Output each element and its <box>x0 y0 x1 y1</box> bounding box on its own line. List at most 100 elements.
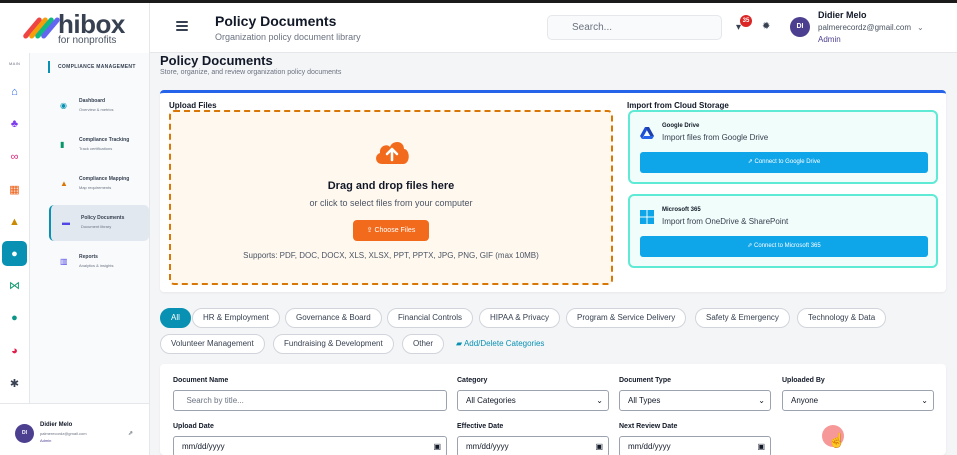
rail-org-chart-icon[interactable]: ♣ <box>2 111 27 136</box>
brand-tagline: for nonprofits <box>58 34 117 46</box>
calendar-icon[interactable]: ▣ <box>433 437 441 455</box>
sidebar-user-role: Admin <box>40 438 52 443</box>
category-pill[interactable]: Financial Controls <box>387 308 474 328</box>
category-pill[interactable]: Program & Service Delivery <box>566 308 687 328</box>
avatar[interactable]: DI <box>790 17 810 37</box>
connect-google-drive-label: Connect to Google Drive <box>754 159 821 165</box>
uploaded-by-select[interactable]: Anyone ⌄ <box>782 390 934 411</box>
user-email: palmerecordz@gmail.com <box>818 23 912 32</box>
file-dropzone[interactable]: Drag and drop files here or click to sel… <box>169 110 613 285</box>
sidebar-item-desc: Track certifications <box>79 146 113 151</box>
next-review-date-input[interactable]: mm/dd/yyyy ▣ <box>619 436 771 455</box>
sidebar-item-desc: Overview & metrics <box>79 107 114 112</box>
user-name[interactable]: Didier Melo <box>818 10 867 20</box>
document-name-input[interactable]: Search by title... <box>173 390 447 411</box>
header-title: Policy Documents <box>215 13 337 29</box>
rail-gear-icon[interactable]: ✱ <box>2 371 27 396</box>
add-delete-categories-label: Add/Delete Categories <box>463 339 545 348</box>
chevron-down-icon: ⌄ <box>596 396 603 405</box>
sidebar-item-label: Compliance Tracking <box>79 137 130 143</box>
menu-toggle-icon[interactable] <box>176 21 188 31</box>
search-input[interactable]: Search... <box>547 15 722 40</box>
cloud-provider-desc: Import files from Google Drive <box>662 133 769 142</box>
category-value: All Categories <box>466 396 516 405</box>
calendar-icon[interactable]: ▣ <box>595 437 603 455</box>
next-review-date-value: mm/dd/yyyy <box>628 442 671 451</box>
sidebar-item-label: Reports <box>79 254 98 260</box>
sidebar-item-desc: Map requirements <box>79 185 112 190</box>
category-pill[interactable]: All <box>160 308 191 328</box>
category-pill[interactable]: Fundraising & Development <box>273 334 394 354</box>
sidebar-item-desc: Analytics & insights <box>79 263 114 268</box>
connect-microsoft-365-label: Connect to Microsoft 365 <box>754 243 821 249</box>
microsoft-365-card[interactable]: Microsoft 365 Import from OneDrive & Sha… <box>628 194 938 268</box>
category-pill[interactable]: HR & Employment <box>192 308 280 328</box>
chevron-down-icon: ⌄ <box>758 396 765 405</box>
hand-cursor-icon: ☝ <box>828 432 846 448</box>
microsoft-logo-icon <box>640 210 654 224</box>
category-pill[interactable]: HIPAA & Privacy <box>479 308 560 328</box>
external-link-icon[interactable]: ⇗ <box>128 430 133 437</box>
category-pill[interactable]: Safety & Emergency <box>695 308 790 328</box>
choose-files-button[interactable]: ⇪ Choose Files <box>353 220 429 241</box>
rail-network-icon[interactable]: ⋈ <box>2 273 27 298</box>
rail-pie-chart-icon[interactable]: ◕ <box>2 338 27 363</box>
rail-users-icon[interactable]: ● <box>2 305 27 330</box>
category-label: Category <box>457 377 488 384</box>
connect-microsoft-365-button[interactable]: ⇗ Connect to Microsoft 365 <box>640 236 928 257</box>
notification-badge: 35 <box>740 15 752 27</box>
rail-shield-icon[interactable]: ● <box>2 241 27 266</box>
cloud-upload-icon <box>376 141 409 164</box>
sidebar-avatar[interactable]: DI <box>15 424 34 443</box>
sidebar-user-email: palmerecordz@gmail.com <box>40 431 87 436</box>
google-drive-card[interactable]: Google Drive Import files from Google Dr… <box>628 110 938 184</box>
sidebar-item-dashboard[interactable]: ◉ Dashboard Overview & metrics <box>49 88 149 124</box>
upload-date-input[interactable]: mm/dd/yyyy ▣ <box>173 436 447 455</box>
icon-rail: MAIN ⌂ ♣ ∞ ▦ ▲ ● ⋈ ● ◕ ✱ <box>0 53 30 403</box>
sidebar-item-label: Dashboard <box>79 98 106 104</box>
page-subtitle: Store, organize, and review organization… <box>160 69 342 76</box>
sidebar-item-label: Policy Documents <box>81 215 125 221</box>
sidebar-item-policy-documents[interactable]: ▬ Policy Documents Document library <box>49 205 149 241</box>
add-delete-categories-link[interactable]: ▰ Add/Delete Categories <box>456 334 544 354</box>
upload-date-value: mm/dd/yyyy <box>182 442 225 451</box>
sidebar-item-compliance-tracking[interactable]: ▮ Compliance Tracking Track certifications <box>49 127 149 163</box>
sidebar-item-desc: Document library <box>81 224 112 229</box>
gauge-icon: ◉ <box>60 101 67 110</box>
document-type-select[interactable]: All Types ⌄ <box>619 390 771 411</box>
cloud-import-title: Import from Cloud Storage <box>627 101 729 110</box>
category-select[interactable]: All Categories ⌄ <box>457 390 609 411</box>
rail-link-icon[interactable]: ∞ <box>2 144 27 169</box>
sidebar-user-card: DI Didier Melo palmerecordz@gmail.com Ad… <box>0 403 150 455</box>
cloud-provider-name: Microsoft 365 <box>662 207 701 213</box>
connect-google-drive-button[interactable]: ⇗ Connect to Google Drive <box>640 152 928 173</box>
dropzone-subtitle: or click to select files from your compu… <box>309 198 473 208</box>
chevron-down-icon: ⌄ <box>921 396 928 405</box>
chevron-down-icon[interactable]: ⌄ <box>917 23 924 32</box>
choose-files-label: Choose Files <box>374 227 416 234</box>
sidebar: COMPLIANCE MANAGEMENT ◉ Dashboard Overview… <box>30 53 150 403</box>
settings-gear-icon[interactable]: ✹ <box>762 21 770 32</box>
category-pill[interactable]: Other <box>402 334 445 354</box>
rail-home-icon[interactable]: ⌂ <box>2 79 27 104</box>
google-drive-icon <box>640 127 654 139</box>
category-pill[interactable]: Volunteer Management <box>160 334 265 354</box>
upload-date-label: Upload Date <box>173 423 214 430</box>
brand-logo[interactable]: hibox for nonprofits <box>0 3 150 53</box>
category-pill[interactable]: Governance & Board <box>285 308 382 328</box>
cloud-provider-desc: Import from OneDrive & SharePoint <box>662 217 789 226</box>
sidebar-user-name: Didier Melo <box>40 422 73 428</box>
sidebar-item-reports[interactable]: ▥ Reports Analytics & insights <box>49 244 149 280</box>
effective-date-input[interactable]: mm/dd/yyyy ▣ <box>457 436 609 455</box>
rail-graduation-cap-icon[interactable]: ▲ <box>2 209 27 234</box>
document-type-value: All Types <box>628 396 661 405</box>
calendar-icon[interactable]: ▣ <box>757 437 765 455</box>
category-pill[interactable]: Technology & Data <box>797 308 887 328</box>
sidebar-item-compliance-mapping[interactable]: ▲ Compliance Mapping Map requirements <box>49 166 149 202</box>
upload-card: Upload Files Drag and drop files here or… <box>160 90 946 292</box>
cloud-provider-name: Google Drive <box>662 123 700 129</box>
rail-building-icon[interactable]: ▦ <box>2 177 27 202</box>
uploaded-by-value: Anyone <box>791 396 819 405</box>
logo-mark-icon <box>22 13 61 43</box>
supported-formats-text: Supports: PDF, DOC, DOCX, XLS, XLSX, PPT… <box>243 251 539 260</box>
